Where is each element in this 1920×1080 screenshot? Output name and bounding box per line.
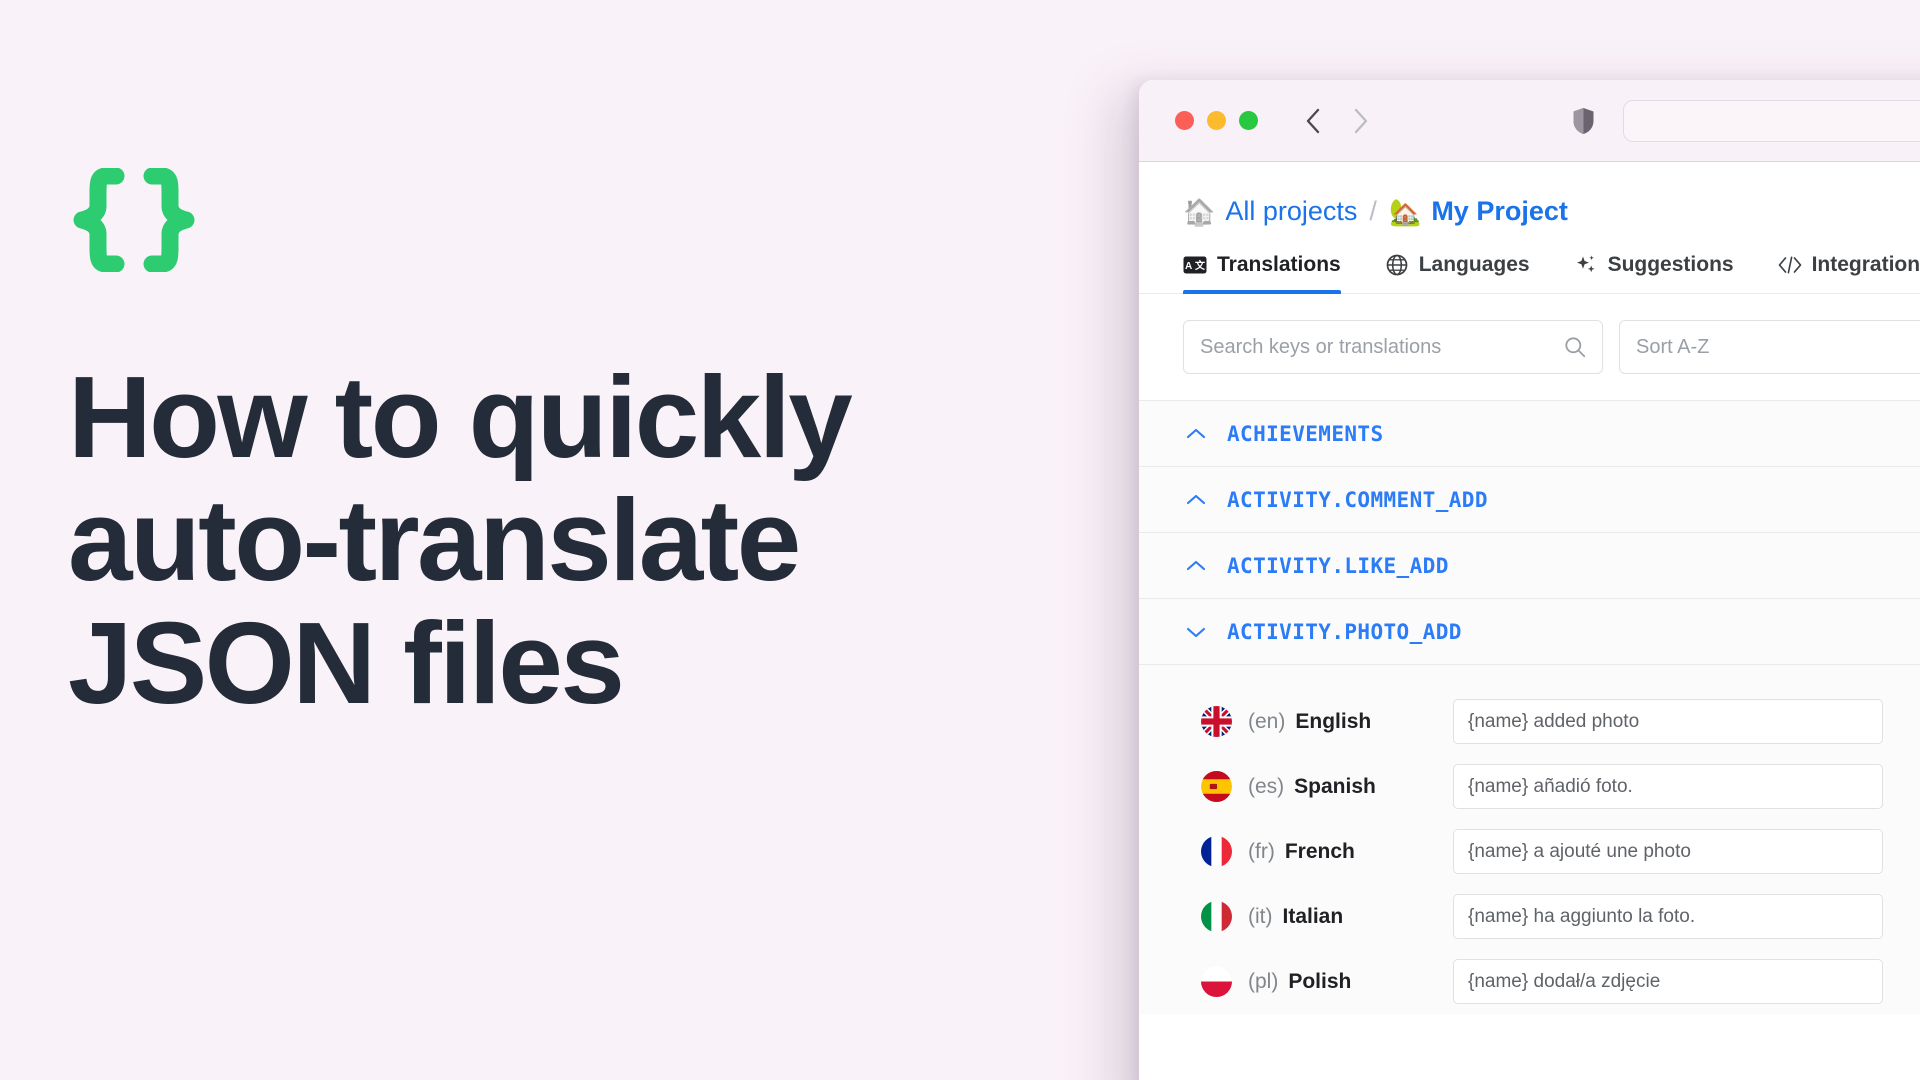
chevron-down-icon[interactable] xyxy=(1185,621,1207,643)
app-content: 🏠 All projects / 🏡 My Project A文 Transla… xyxy=(1139,162,1920,1080)
chevron-up-icon[interactable] xyxy=(1185,555,1207,577)
translation-input-pl[interactable]: {name} dodał/a zdjęcie xyxy=(1453,959,1883,1004)
privacy-shield-icon[interactable] xyxy=(1572,107,1595,135)
language-name: Polish xyxy=(1288,969,1352,993)
flag-pl-icon xyxy=(1201,966,1232,997)
language-cell: (en) English xyxy=(1201,706,1453,737)
flag-fr-icon xyxy=(1201,836,1232,867)
translation-value: {name} dodał/a zdjęcie xyxy=(1468,970,1661,992)
key-row-activity-comment-add[interactable]: ACTIVITY.COMMENT_ADD xyxy=(1139,467,1920,533)
tab-suggestions[interactable]: Suggestions xyxy=(1574,253,1734,293)
browser-titlebar xyxy=(1139,80,1920,162)
language-name: French xyxy=(1284,839,1355,863)
translation-value: {name} añadió foto. xyxy=(1468,775,1633,797)
forward-button[interactable] xyxy=(1350,106,1372,136)
curly-braces-logo xyxy=(68,168,200,272)
chevron-up-icon[interactable] xyxy=(1185,489,1207,511)
translate-icon: A文 xyxy=(1183,254,1207,276)
breadcrumb: 🏠 All projects / 🏡 My Project xyxy=(1139,162,1920,227)
window-controls xyxy=(1175,111,1258,130)
sort-select[interactable]: Sort A-Z xyxy=(1619,320,1920,374)
headline-line-1: How to quickly xyxy=(68,352,853,482)
language-code: (fr) xyxy=(1248,839,1275,863)
key-label: ACTIVITY.COMMENT_ADD xyxy=(1227,487,1488,512)
home-icon: 🏠 xyxy=(1183,196,1216,227)
language-cell: (it) Italian xyxy=(1201,901,1453,932)
translation-input-en[interactable]: {name} added photo xyxy=(1453,699,1883,744)
back-button[interactable] xyxy=(1302,106,1324,136)
translation-row-pl: (pl) Polish {name} dodał/a zdjęcie xyxy=(1139,949,1920,1014)
key-row-activity-like-add[interactable]: ACTIVITY.LIKE_ADD xyxy=(1139,533,1920,599)
language-cell: (fr) French xyxy=(1201,836,1453,867)
flag-it-icon xyxy=(1201,901,1232,932)
language-code: (en) xyxy=(1248,709,1286,733)
translation-rows: (en) English {name} added photo (es) Spa… xyxy=(1139,665,1920,1014)
sort-label: Sort A-Z xyxy=(1636,335,1710,358)
language-cell: (es) Spanish xyxy=(1201,771,1453,802)
sparkles-icon xyxy=(1574,254,1598,276)
globe-icon xyxy=(1385,254,1409,276)
tab-languages[interactable]: Languages xyxy=(1385,253,1530,293)
headline-line-3: JSON files xyxy=(68,597,625,728)
svg-text:文: 文 xyxy=(1195,259,1206,272)
close-button[interactable] xyxy=(1175,111,1194,130)
tab-integrations[interactable]: Integrations xyxy=(1778,253,1920,293)
navigation-buttons xyxy=(1302,106,1372,136)
tab-suggestions-label: Suggestions xyxy=(1607,253,1734,276)
search-input[interactable]: Search keys or translations xyxy=(1183,320,1603,374)
key-label: ACTIVITY.PHOTO_ADD xyxy=(1227,619,1462,644)
translation-row-fr: (fr) French {name} a ajouté une photo xyxy=(1139,819,1920,884)
browser-window: 🏠 All projects / 🏡 My Project A文 Transla… xyxy=(1139,80,1920,1080)
language-code: (es) xyxy=(1248,774,1285,798)
page-title: How to quickly auto-translate JSON files xyxy=(68,356,1068,725)
project-house-icon: 🏡 xyxy=(1388,196,1422,227)
translation-row-en: (en) English {name} added photo xyxy=(1139,689,1920,754)
tab-bar: A文 Translations Languages Suggestions In… xyxy=(1139,227,1920,294)
tab-languages-label: Languages xyxy=(1418,253,1530,276)
headline-line-2: auto-translate xyxy=(68,474,801,605)
language-name: Italian xyxy=(1282,904,1344,928)
translation-input-fr[interactable]: {name} a ajouté une photo xyxy=(1453,829,1883,874)
key-row-achievements[interactable]: ACHIEVEMENTS xyxy=(1139,401,1920,467)
key-label: ACHIEVEMENTS xyxy=(1227,421,1384,446)
translation-value: {name} added photo xyxy=(1468,710,1640,732)
search-placeholder: Search keys or translations xyxy=(1200,335,1442,358)
flag-gb-icon xyxy=(1201,706,1232,737)
breadcrumb-all-projects[interactable]: All projects xyxy=(1225,196,1357,227)
language-code: (pl) xyxy=(1248,969,1279,993)
breadcrumb-separator: / xyxy=(1369,196,1377,226)
key-row-activity-photo-add[interactable]: ACTIVITY.PHOTO_ADD xyxy=(1139,599,1920,665)
svg-text:A: A xyxy=(1185,261,1192,272)
translation-value: {name} ha aggiunto la foto. xyxy=(1468,905,1696,927)
chevron-up-icon[interactable] xyxy=(1185,423,1207,445)
translation-row-es: (es) Spanish {name} añadió foto. xyxy=(1139,754,1920,819)
tab-translations[interactable]: A文 Translations xyxy=(1183,253,1341,294)
language-code: (it) xyxy=(1248,904,1273,928)
list-toolbar: Search keys or translations Sort A-Z xyxy=(1139,294,1920,400)
maximize-button[interactable] xyxy=(1239,111,1258,130)
url-input[interactable] xyxy=(1623,99,1920,142)
tab-integrations-label: Integrations xyxy=(1811,253,1920,276)
language-name: English xyxy=(1295,709,1372,733)
minimize-button[interactable] xyxy=(1207,111,1226,130)
search-icon[interactable] xyxy=(1564,336,1586,358)
promo-panel: How to quickly auto-translate JSON files xyxy=(0,0,1120,1080)
breadcrumb-my-project[interactable]: My Project xyxy=(1431,196,1568,227)
code-brackets-icon xyxy=(1778,254,1802,276)
flag-es-icon xyxy=(1201,771,1232,802)
tab-translations-label: Translations xyxy=(1217,253,1341,276)
translation-input-it[interactable]: {name} ha aggiunto la foto. xyxy=(1453,894,1883,939)
language-name: Spanish xyxy=(1294,774,1376,798)
translation-key-list: ACHIEVEMENTS ACTIVITY.COMMENT_ADD ACTIVI… xyxy=(1139,400,1920,665)
translation-input-es[interactable]: {name} añadió foto. xyxy=(1453,764,1883,809)
translation-value: {name} a ajouté une photo xyxy=(1468,840,1691,862)
translation-row-it: (it) Italian {name} ha aggiunto la foto. xyxy=(1139,884,1920,949)
key-label: ACTIVITY.LIKE_ADD xyxy=(1227,553,1449,578)
language-cell: (pl) Polish xyxy=(1201,966,1453,997)
